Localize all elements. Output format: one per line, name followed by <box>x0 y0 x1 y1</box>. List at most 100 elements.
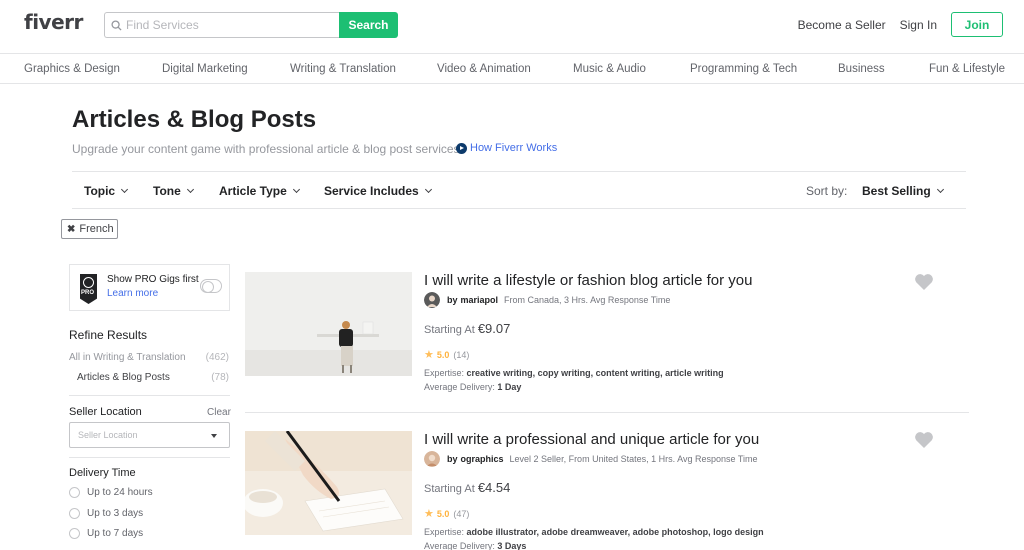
gig-title[interactable]: I will write a professional and unique a… <box>424 431 759 448</box>
category-nav: Graphics & Design Digital Marketing Writ… <box>0 55 1024 84</box>
pro-gigs-title: Show PRO Gigs first <box>107 274 199 285</box>
delivery-option-3d[interactable]: Up to 3 days <box>69 508 143 519</box>
sign-in-link[interactable]: Sign In <box>900 18 937 32</box>
refine-item-all-writing[interactable]: All in Writing & Translation (462) <box>69 352 229 363</box>
close-icon[interactable]: ✖ <box>67 224 75 235</box>
seller-prefix: by <box>447 454 458 464</box>
seller-location-placeholder: Seller Location <box>78 430 138 440</box>
how-fiverr-works-link[interactable]: How Fiverr Works <box>456 142 557 154</box>
avatar[interactable] <box>424 451 440 467</box>
delivery-value: 1 Day <box>497 382 522 392</box>
seller-name[interactable]: ographics <box>461 454 504 464</box>
search-input[interactable] <box>126 18 326 32</box>
filter-service-includes[interactable]: Service Includes <box>324 184 432 198</box>
gig-rating: ★ 5.0 (14) <box>424 348 469 361</box>
seller-location-select[interactable]: Seller Location <box>69 422 230 448</box>
chip-label: French <box>79 223 114 235</box>
delivery-value: 3 Days <box>497 541 527 550</box>
radio-button[interactable] <box>69 508 80 519</box>
pro-gigs-toggle-box: PRO Show PRO Gigs first Learn more <box>69 264 230 311</box>
header-nav: Become a Seller Sign In Join <box>798 12 1003 37</box>
pro-badge-text: PRO <box>81 290 95 296</box>
filter-tone[interactable]: Tone <box>153 184 194 198</box>
search-icon <box>111 19 122 31</box>
category-graphics-design[interactable]: Graphics & Design <box>24 63 120 75</box>
seller-prefix: by <box>447 295 458 305</box>
top-header: fiverr Search Become a Seller Sign In Jo… <box>0 0 1024 54</box>
avatar[interactable] <box>424 292 440 308</box>
gig-rating: ★ 5.0 (47) <box>424 507 469 520</box>
refine-item-articles[interactable]: Articles & Blog Posts (78) <box>77 372 229 383</box>
fiverr-logo[interactable]: fiverr <box>24 10 83 34</box>
seller-meta: From Canada, 3 Hrs. Avg Response Time <box>504 295 671 305</box>
filter-article-type[interactable]: Article Type <box>219 184 300 198</box>
category-programming-tech[interactable]: Programming & Tech <box>690 63 797 75</box>
expertise-label: Expertise: <box>424 368 465 378</box>
gig-image-hand-writing <box>245 431 412 535</box>
seller-location-title: Seller Location <box>69 406 142 418</box>
page-subtitle: Upgrade your content game with professio… <box>72 142 460 156</box>
star-icon: ★ <box>424 508 434 520</box>
chevron-down-icon <box>424 185 432 194</box>
filter-bar: Topic Tone Article Type Service Includes… <box>72 171 966 209</box>
gig-price: Starting At €9.07 <box>424 321 510 336</box>
sort-label: Sort by: <box>806 184 848 198</box>
sort-value: Best Selling <box>862 184 931 198</box>
expertise-value: adobe illustrator, adobe dreamweaver, ad… <box>466 527 764 537</box>
filter-tone-label: Tone <box>153 184 181 198</box>
caret-down-icon <box>211 434 217 438</box>
clear-location-link[interactable]: Clear <box>207 407 231 418</box>
refine-item-label: Articles & Blog Posts <box>77 372 170 383</box>
radio-button[interactable] <box>69 528 80 539</box>
category-digital-marketing[interactable]: Digital Marketing <box>162 63 248 75</box>
become-seller-link[interactable]: Become a Seller <box>798 18 886 32</box>
category-music-audio[interactable]: Music & Audio <box>573 63 646 75</box>
sidebar-divider <box>69 395 230 396</box>
filter-article-type-label: Article Type <box>219 184 287 198</box>
pro-gigs-toggle[interactable] <box>200 279 222 293</box>
category-fun-lifestyle[interactable]: Fun & Lifestyle <box>929 63 1005 75</box>
delivery-option-label: Up to 24 hours <box>87 487 153 498</box>
review-count: (14) <box>453 349 470 360</box>
gig-divider <box>245 412 969 413</box>
filter-topic[interactable]: Topic <box>84 184 129 198</box>
price-label: Starting At <box>424 483 475 495</box>
how-fiverr-works-label: How Fiverr Works <box>470 142 558 154</box>
seller-meta: Level 2 Seller, From United States, 1 Hr… <box>509 454 758 464</box>
refine-item-count: (462) <box>205 352 229 363</box>
gig-delivery: Average Delivery: 3 Days <box>424 541 526 550</box>
radio-button[interactable] <box>69 487 80 498</box>
gig-title[interactable]: I will write a lifestyle or fashion blog… <box>424 272 752 289</box>
heart-icon[interactable] <box>914 431 934 449</box>
sort-dropdown[interactable]: Best Selling <box>862 184 944 198</box>
search-field-container[interactable] <box>104 12 339 38</box>
search-button[interactable]: Search <box>339 12 398 38</box>
review-count: (47) <box>453 508 470 519</box>
gig-price: Starting At €4.54 <box>424 480 510 495</box>
delivery-time-title: Delivery Time <box>69 467 136 479</box>
gig-thumbnail[interactable] <box>245 272 412 376</box>
chevron-down-icon <box>121 185 129 194</box>
join-button[interactable]: Join <box>951 12 1003 37</box>
heart-icon[interactable] <box>914 273 934 291</box>
category-business[interactable]: Business <box>838 63 885 75</box>
category-video-animation[interactable]: Video & Animation <box>437 63 531 75</box>
expertise-label: Expertise: <box>424 527 465 537</box>
delivery-option-7d[interactable]: Up to 7 days <box>69 528 143 539</box>
active-filter-chip[interactable]: ✖ French <box>61 219 118 239</box>
learn-more-link[interactable]: Learn more <box>107 288 158 299</box>
chevron-down-icon <box>292 185 300 194</box>
price-label: Starting At <box>424 324 475 336</box>
check-icon <box>83 277 94 288</box>
gig-thumbnail[interactable] <box>245 431 412 535</box>
delivery-label: Average Delivery: <box>424 541 495 550</box>
filter-service-includes-label: Service Includes <box>324 184 419 198</box>
delivery-option-24h[interactable]: Up to 24 hours <box>69 487 153 498</box>
search-bar: Search <box>104 12 398 38</box>
category-writing-translation[interactable]: Writing & Translation <box>290 63 396 75</box>
seller-name[interactable]: mariapol <box>461 295 499 305</box>
delivery-label: Average Delivery: <box>424 382 495 392</box>
sidebar-divider <box>69 457 230 458</box>
refine-results-title: Refine Results <box>69 328 148 342</box>
seller-line: by ographics Level 2 Seller, From United… <box>424 451 757 467</box>
